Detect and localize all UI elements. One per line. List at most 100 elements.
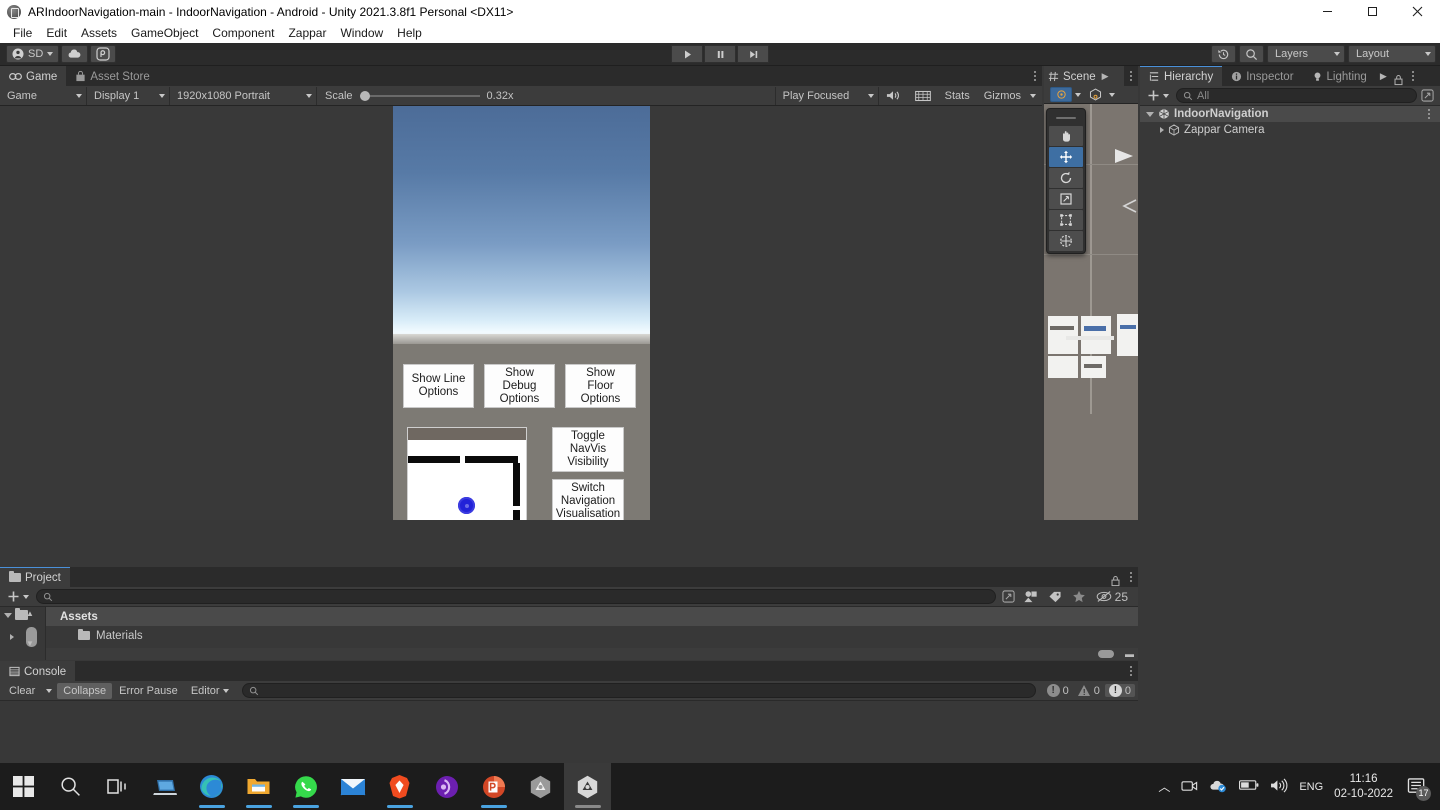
menu-edit[interactable]: Edit [39,24,74,42]
toggle-navvis-visibility-button[interactable]: Toggle NavVis Visibility [552,427,624,472]
error-pause-button[interactable]: Error Pause [113,683,184,699]
create-asset-button[interactable] [4,590,32,603]
hidden-packages-indicator[interactable]: 25 [1093,590,1134,604]
scene-viewport[interactable] [1044,104,1138,520]
tab-scene[interactable]: Scene ▶ [1044,66,1124,86]
tab-lighting[interactable]: Lighting [1302,66,1376,86]
language-indicator[interactable]: ENG [1299,781,1323,793]
editor-dropdown[interactable]: Editor [185,683,235,699]
chevron-expanded-icon[interactable] [1146,111,1154,117]
pause-button[interactable] [704,45,736,63]
project-tree-pane[interactable]: ▲ ▼ [0,607,46,660]
transform-tool-button[interactable] [1049,231,1083,251]
unity-editor-button[interactable] [564,763,611,810]
project-list-pane[interactable]: Assets Materials ▬ [46,607,1138,660]
mail-app-button[interactable] [329,763,376,810]
play-mode-dropdown[interactable]: Play Focused [774,86,879,105]
save-search-button[interactable] [1000,590,1017,603]
chevron-down-icon[interactable] [1109,92,1115,97]
project-more-options-icon[interactable] [1124,567,1138,587]
display-mode-dropdown[interactable]: Game [0,86,87,105]
stats-button[interactable]: Stats [938,87,977,105]
start-button[interactable] [0,763,47,810]
gizmos-dropdown[interactable]: Gizmos [977,87,1028,105]
layout-dropdown[interactable]: Layout [1348,45,1436,63]
label-filter-button[interactable] [1045,590,1065,603]
tab-project[interactable]: Project [0,567,70,587]
clock[interactable]: 11:16 02-10-2022 [1334,772,1393,802]
resolution-dropdown[interactable]: 1920x1080 Portrait [170,86,317,105]
project-search-input[interactable] [36,589,996,604]
menu-help[interactable]: Help [390,24,429,42]
chevron-expanded-icon[interactable] [4,612,12,618]
type-filter-button[interactable] [1021,590,1041,603]
scale-tool-button[interactable] [1049,189,1083,209]
close-button[interactable] [1395,0,1440,23]
project-row-materials[interactable]: Materials [46,626,1138,645]
account-dropdown[interactable]: SD [6,45,60,63]
hierarchy-search-input[interactable]: All [1176,88,1417,103]
hierarchy-expand-view-button[interactable] [1421,89,1436,102]
switch-navigation-visualisation-button[interactable]: Switch Navigation Visualisation [552,479,624,520]
show-debug-options-button[interactable]: Show Debug Options [484,364,555,408]
project-size-slider-icon[interactable]: ▬ [1125,649,1134,659]
gizmos-chevron[interactable] [1028,87,1042,105]
search-button[interactable] [1239,45,1264,63]
tools-drag-handle[interactable] [1049,111,1083,125]
show-line-options-button[interactable]: Show Line Options [403,364,474,408]
handle-space-toggle[interactable] [1084,87,1106,102]
chevron-collapsed-icon[interactable] [10,634,14,640]
menu-assets[interactable]: Assets [74,24,124,42]
media-player-button[interactable] [423,763,470,810]
clear-button[interactable]: Clear [3,683,41,699]
hand-tool-button[interactable] [1049,126,1083,146]
project-scroll-knob[interactable] [1098,650,1114,658]
hierarchy-more-options-icon[interactable] [1406,66,1420,86]
brave-browser-button[interactable] [376,763,423,810]
unity-hub-button[interactable] [517,763,564,810]
collapse-button[interactable]: Collapse [57,682,113,699]
tab-console[interactable]: Console [0,661,76,681]
scroll-down-arrow-icon[interactable]: ▼ [26,639,34,648]
project-lock-button[interactable] [1107,575,1124,587]
clear-options-dropdown[interactable] [42,683,56,699]
undo-history-button[interactable] [1211,45,1236,63]
game-canvas[interactable]: Show Line Options Show Debug Options Show … [393,106,650,520]
scale-slider[interactable] [359,90,480,101]
whatsapp-button[interactable] [282,763,329,810]
game-panel-more-options-icon[interactable] [1028,66,1042,86]
cloud-sync-icon[interactable] [1209,778,1228,796]
move-tool-button[interactable] [1049,147,1083,167]
tab-inspector[interactable]: Inspector [1222,66,1303,86]
cloud-button[interactable] [61,45,89,63]
menu-zappar[interactable]: Zappar [281,24,333,42]
layers-dropdown[interactable]: Layers [1267,45,1345,63]
rotate-tool-button[interactable] [1049,168,1083,188]
minimap[interactable] [407,427,527,520]
search-button[interactable] [47,763,94,810]
menu-gameobject[interactable]: GameObject [124,24,205,42]
console-search-input[interactable] [241,683,1036,698]
camera-icon[interactable] [1181,778,1198,796]
console-more-options-icon[interactable] [1124,661,1138,681]
notifications-button[interactable]: 17 [1404,774,1431,801]
rect-tool-button[interactable] [1049,210,1083,230]
task-view-button[interactable] [94,763,141,810]
chevron-down-icon[interactable] [1075,92,1081,97]
project-row-assets[interactable]: Assets [46,607,1138,626]
hierarchy-expand-arrow-icon[interactable]: ▶ [1376,71,1391,82]
minimize-button[interactable] [1305,0,1350,23]
mute-audio-button[interactable] [879,87,908,105]
game-view-body[interactable]: Show Line Options Show Debug Options Show … [0,106,1042,520]
hierarchy-item-zappar-camera[interactable]: Zappar Camera [1140,122,1440,138]
tab-hierarchy[interactable]: Hierarchy [1140,66,1223,86]
step-button[interactable] [737,45,769,63]
services-button[interactable] [90,45,117,63]
volume-icon[interactable] [1270,778,1288,796]
log-counter[interactable]: ! 0 [1043,684,1073,697]
scale-slider-knob[interactable] [359,90,370,101]
menu-component[interactable]: Component [205,24,281,42]
add-gameobject-button[interactable] [1144,89,1172,102]
maximize-button[interactable] [1350,0,1395,23]
error-counter[interactable]: ! 0 [1104,684,1135,697]
